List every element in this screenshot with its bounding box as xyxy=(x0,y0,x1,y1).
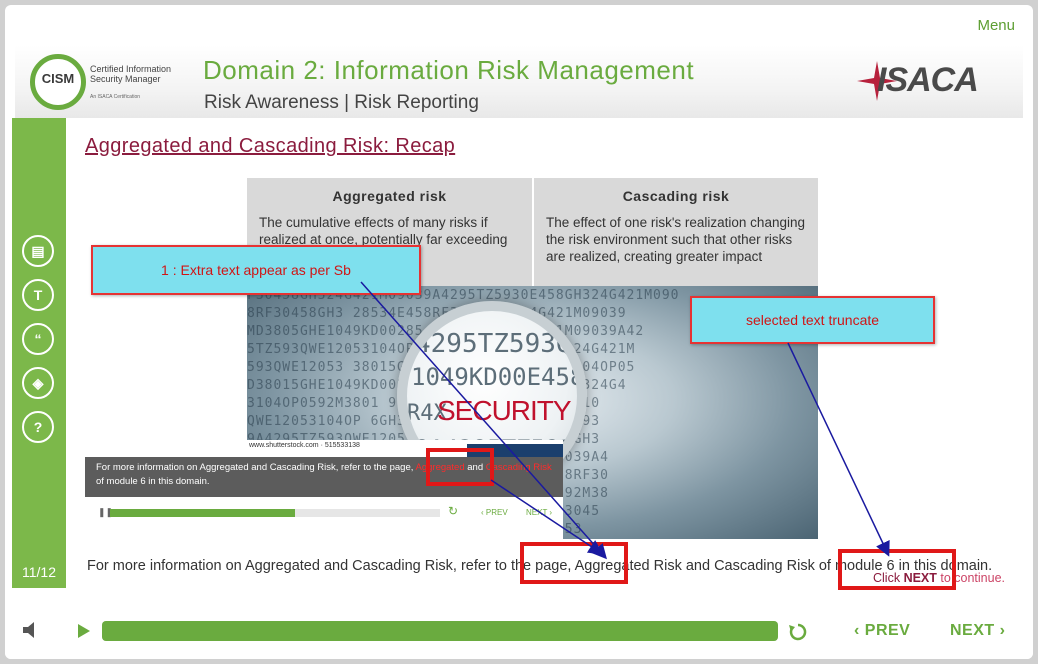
embedded-prev-button[interactable]: ‹ PREV xyxy=(481,508,508,517)
prev-button[interactable]: ‹ PREV xyxy=(854,622,910,640)
course-player: Menu CISM Certified Information Security… xyxy=(5,5,1033,659)
page-title: Domain 2: Information Risk Management xyxy=(203,55,695,85)
player-controls: ‹ PREV NEXT › xyxy=(5,603,1033,659)
cascading-risk-text: The effect of one risk's realization cha… xyxy=(546,215,805,264)
isaca-logo-text: ISACA xyxy=(877,61,979,99)
slide-title: Aggregated and Cascading Risk: Recap xyxy=(85,135,456,157)
notes-icon[interactable]: ▤ xyxy=(22,235,54,267)
header: CISM Certified Information Security Mana… xyxy=(15,45,1023,118)
play-icon[interactable] xyxy=(77,623,91,639)
embedded-caption-text: For more information on Aggregated and C… xyxy=(96,462,416,473)
annotation-box-embedded-link xyxy=(426,448,494,486)
embedded-progress-fill xyxy=(110,509,295,517)
screenshot-frame: Menu CISM Certified Information Security… xyxy=(0,0,1038,664)
main-progress-track[interactable] xyxy=(102,621,778,641)
main-progress-fill xyxy=(102,621,778,641)
slide-counter: 11/12 xyxy=(22,564,56,580)
help-icon[interactable]: ? xyxy=(22,411,54,443)
layers-icon[interactable]: ◈ xyxy=(22,367,54,399)
cism-line-1: Certified Information xyxy=(90,64,172,74)
volume-icon[interactable] xyxy=(23,621,39,639)
cism-badge-text: CISM xyxy=(41,71,75,86)
sidebar: ▤ T “ ◈ ? 11/12 xyxy=(12,118,66,588)
page-subtitle: Risk Awareness | Risk Reporting xyxy=(204,92,479,113)
security-word: SECURITY xyxy=(437,395,572,426)
annotation-callout-extra-text: 1 : Extra text appear as per Sb xyxy=(91,245,421,295)
quote-icon[interactable]: “ xyxy=(22,323,54,355)
cism-logo: CISM Certified Information Security Mana… xyxy=(30,54,190,110)
cascading-risk-heading: Cascading risk xyxy=(622,188,730,204)
embedded-caption-tail: of module 6 in this domain. xyxy=(96,476,210,487)
cism-logo-text: Certified Information Security Manager xyxy=(90,64,171,84)
embedded-progress-track[interactable] xyxy=(110,509,440,517)
cism-line-2: Security Manager xyxy=(90,74,161,84)
cascading-risk-column: Cascading risk The effect of one risk's … xyxy=(534,178,818,286)
cism-small-text: An ISACA Certification xyxy=(90,94,141,100)
annotation-callout-truncate: selected text truncate xyxy=(690,296,935,344)
embedded-next-button[interactable]: NEXT › xyxy=(526,508,552,517)
embedded-replay-icon[interactable]: ↻ xyxy=(448,504,458,518)
annotation-box-aggregated-risk xyxy=(520,542,628,584)
isaca-logo: ISACA xyxy=(855,59,1005,103)
replay-icon[interactable] xyxy=(788,622,808,642)
menu-link[interactable]: Menu xyxy=(977,17,1015,34)
embedded-controls: ❚❚ ↻ ‹ PREV NEXT › xyxy=(85,500,563,526)
next-button[interactable]: NEXT › xyxy=(950,622,1005,640)
transcript-icon[interactable]: T xyxy=(22,279,54,311)
embedded-watermark: www.shutterstock.com · 515533138 xyxy=(249,442,360,449)
annotation-box-click-next xyxy=(838,549,956,590)
aggregated-risk-heading: Aggregated risk xyxy=(332,188,447,204)
embedded-caption-link-cascading[interactable]: Cascading Risk xyxy=(486,462,552,473)
